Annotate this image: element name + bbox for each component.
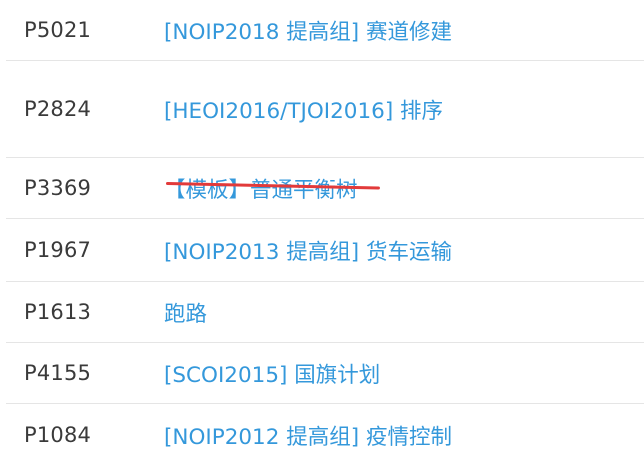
problem-id[interactable]: P1967 [24,238,91,262]
problem-id[interactable]: P5021 [24,18,91,42]
problem-list: P5021 [NOIP2018 提高组] 赛道修建 P2824 [HEOI201… [0,0,644,473]
list-item: P1613 跑路 [0,282,644,342]
problem-title-link[interactable]: [NOIP2018 提高组] 赛道修建 [164,15,452,46]
problem-title-link[interactable]: [NOIP2013 提高组] 货车运输 [164,235,452,266]
list-item: P4155 [SCOI2015] 国旗计划 [0,343,644,403]
problem-title-link[interactable]: 跑路 [164,297,207,328]
problem-title-link[interactable]: 【模板】普通平衡树 [164,173,358,204]
problem-title-link[interactable]: [HEOI2016/TJOI2016] 排序 [164,94,443,125]
problem-id[interactable]: P4155 [24,361,91,385]
problem-id[interactable]: P1613 [24,300,91,324]
problem-id[interactable]: P1084 [24,423,91,447]
list-item: P1084 [NOIP2012 提高组] 疫情控制 [0,404,644,466]
list-item: P3369 【模板】普通平衡树 [0,158,644,218]
list-item: P1967 [NOIP2013 提高组] 货车运输 [0,219,644,281]
list-item: P2824 [HEOI2016/TJOI2016] 排序 [0,61,644,157]
problem-title-link[interactable]: [NOIP2012 提高组] 疫情控制 [164,420,452,451]
problem-id[interactable]: P2824 [24,97,91,121]
problem-title-link[interactable]: [SCOI2015] 国旗计划 [164,358,380,389]
list-item: P5021 [NOIP2018 提高组] 赛道修建 [0,0,644,60]
problem-id[interactable]: P3369 [24,176,91,200]
